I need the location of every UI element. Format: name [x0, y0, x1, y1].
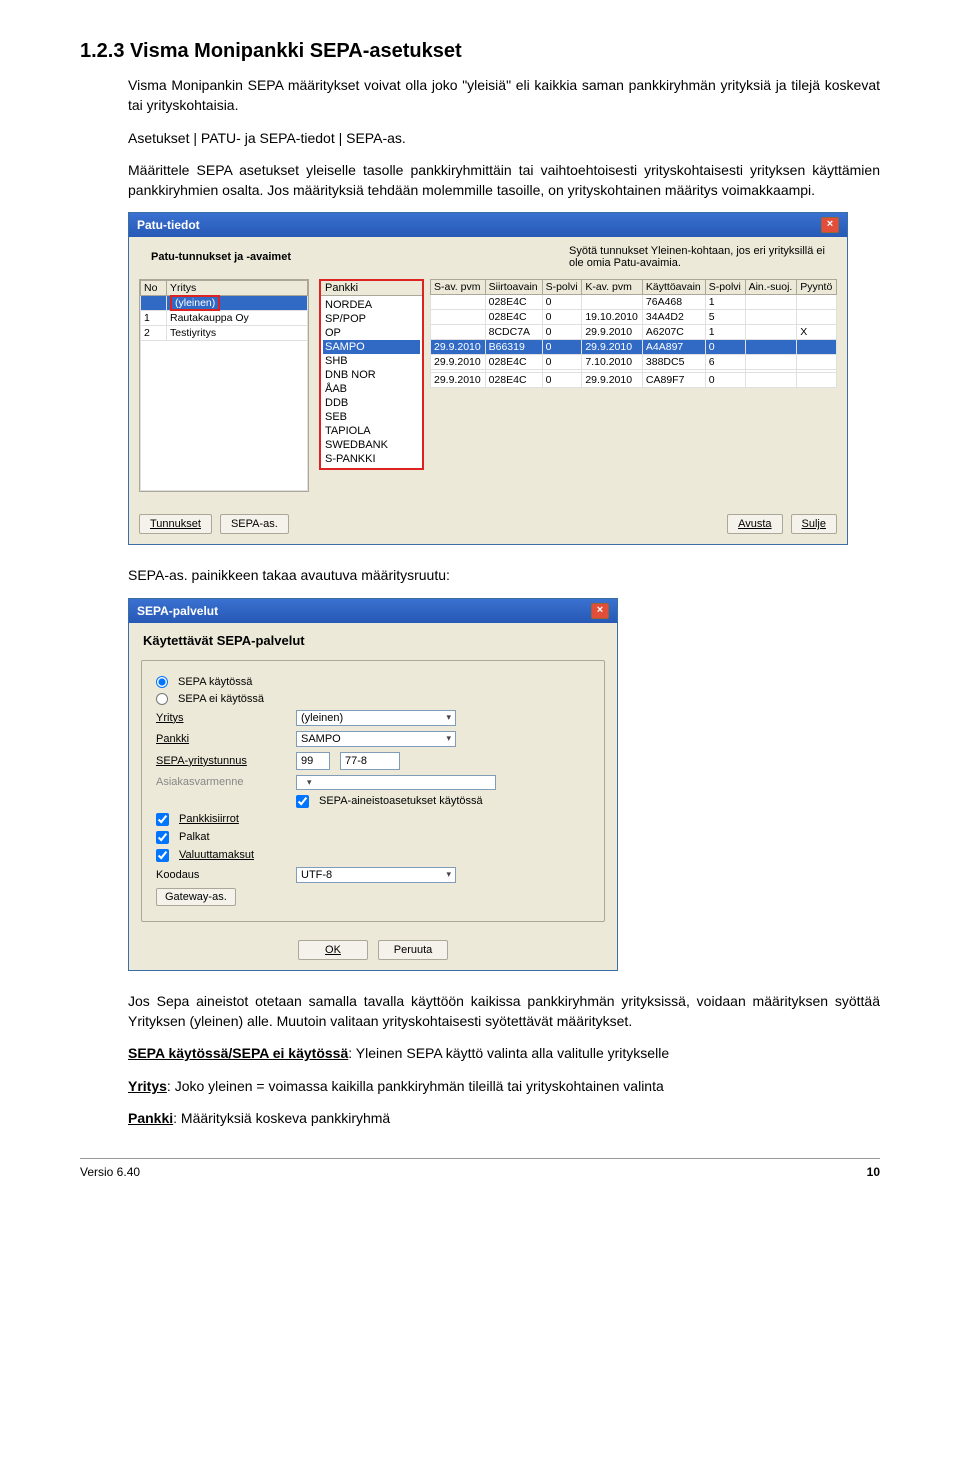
- radio-sepa-on[interactable]: SEPA käytössä: [156, 676, 590, 688]
- col-no: No: [141, 281, 167, 296]
- koodaus-select[interactable]: UTF-8: [296, 867, 456, 883]
- sepa-tunnus-b[interactable]: 77-8: [340, 752, 400, 770]
- para-after-dialog: Jos Sepa aineistot otetaan samalla taval…: [128, 991, 880, 1032]
- bank-item[interactable]: SP/POP: [323, 312, 420, 326]
- table-row-selected[interactable]: 29.9.2010B66319029.9.2010A4A8970: [431, 340, 837, 355]
- sepa-tunnus-a[interactable]: 99: [296, 752, 330, 770]
- patu-title: Patu-tiedot: [137, 218, 200, 232]
- bank-item-selected[interactable]: SAMPO: [323, 340, 420, 354]
- patu-window: Patu-tiedot × Patu-tunnukset ja -avaimet…: [128, 212, 848, 545]
- bank-item[interactable]: S-PANKKI: [323, 452, 420, 466]
- sepa-as-button[interactable]: SEPA-as.: [220, 514, 289, 534]
- bank-list-header: Pankki: [321, 281, 422, 296]
- col-header: Ain.-suoj.: [745, 280, 797, 295]
- bank-item[interactable]: DNB NOR: [323, 368, 420, 382]
- nav-path: Asetukset | PATU- ja SEPA-tiedot | SEPA-…: [128, 128, 880, 148]
- intro-para-1: Visma Monipankin SEPA määritykset voivat…: [128, 75, 880, 116]
- table-row[interactable]: 028E4C019.10.201034A4D25: [431, 310, 837, 325]
- cancel-button[interactable]: Peruuta: [378, 940, 448, 960]
- ok-button[interactable]: OK: [298, 940, 368, 960]
- bank-item[interactable]: DDB: [323, 396, 420, 410]
- company-list[interactable]: No Yritys (yleinen) 1Rautakauppa Oy 2Tes…: [139, 279, 309, 492]
- patu-titlebar: Patu-tiedot ×: [129, 213, 847, 237]
- avusta-button[interactable]: Avusta: [727, 514, 782, 534]
- col-header: K-av. pvm: [582, 280, 643, 295]
- table-row[interactable]: 29.9.2010028E4C029.9.2010CA89F70: [431, 373, 837, 388]
- radio-sepa-off[interactable]: SEPA ei käytössä: [156, 693, 590, 705]
- footer-page-number: 10: [867, 1165, 880, 1179]
- sepa-dialog: SEPA-palvelut × Käytettävät SEPA-palvelu…: [128, 598, 618, 971]
- col-header: Käyttöavain: [642, 280, 705, 295]
- bank-item[interactable]: OP: [323, 326, 420, 340]
- sulje-button[interactable]: Sulje: [791, 514, 837, 534]
- company-row[interactable]: 1Rautakauppa Oy: [141, 311, 308, 326]
- col-header: S-polvi: [705, 280, 745, 295]
- yleinen-highlight: (yleinen): [170, 295, 220, 311]
- table-row[interactable]: 8CDC7A029.9.2010A6207C1X: [431, 325, 837, 340]
- col-header: S-av. pvm: [431, 280, 486, 295]
- chk-valuutta[interactable]: [156, 849, 169, 862]
- asiakasvarmenne-select: [296, 775, 496, 790]
- radio-off-input[interactable]: [156, 693, 168, 705]
- label-pankki: Pankki: [156, 733, 286, 745]
- label-asiakasvarmenne: Asiakasvarmenne: [156, 776, 286, 788]
- bank-item[interactable]: TAPIOLA: [323, 424, 420, 438]
- bank-item[interactable]: SEB: [323, 410, 420, 424]
- col-header: Pyyntö: [797, 280, 837, 295]
- bank-item[interactable]: SHB: [323, 354, 420, 368]
- caption-sepa-dialog: SEPA-as. painikkeen takaa avautuva määri…: [128, 565, 880, 585]
- intro-para-2: Määrittele SEPA asetukset yleiselle taso…: [128, 160, 880, 201]
- col-header: Siirtoavain: [485, 280, 542, 295]
- patu-hint: Syötä tunnukset Yleinen-kohtaan, jos eri…: [557, 243, 837, 275]
- company-row-yleinen[interactable]: (yleinen): [141, 296, 308, 311]
- sepa-title: SEPA-palvelut: [137, 604, 218, 618]
- section-heading: 1.2.3 Visma Monipankki SEPA-asetukset: [80, 40, 880, 63]
- bank-list[interactable]: Pankki NORDEA SP/POP OP SAMPO SHB DNB NO…: [319, 279, 424, 470]
- desc-sepa-toggle: SEPA käytössä/SEPA ei käytössä: Yleinen …: [128, 1043, 880, 1063]
- bank-item[interactable]: NORDEA: [323, 298, 420, 312]
- pankki-select[interactable]: SAMPO: [296, 731, 456, 747]
- chk-pankkisiirrot[interactable]: [156, 813, 169, 826]
- desc-yritys: Yritys: Joko yleinen = voimassa kaikilla…: [128, 1076, 880, 1096]
- table-row[interactable]: 29.9.2010028E4C07.10.2010388DC56: [431, 355, 837, 370]
- tunnukset-button[interactable]: Tunnukset: [139, 514, 212, 534]
- sepa-titlebar: SEPA-palvelut ×: [129, 599, 617, 623]
- close-icon[interactable]: ×: [591, 603, 609, 619]
- radio-on-input[interactable]: [156, 676, 168, 688]
- desc-pankki: Pankki: Määrityksiä koskeva pankkiryhmä: [128, 1108, 880, 1128]
- gateway-button[interactable]: Gateway-as.: [156, 888, 236, 906]
- chk-aineisto[interactable]: [296, 795, 309, 808]
- bank-item[interactable]: ÅAB: [323, 382, 420, 396]
- col-yritys: Yritys: [167, 281, 308, 296]
- close-icon[interactable]: ×: [821, 217, 839, 233]
- patu-subtitle: Patu-tunnukset ja -avaimet: [139, 243, 303, 265]
- footer-version: Versio 6.40: [80, 1165, 140, 1179]
- yritys-select[interactable]: (yleinen): [296, 710, 456, 726]
- bank-item[interactable]: SWEDBANK: [323, 438, 420, 452]
- keys-table: S-av. pvm Siirtoavain S-polvi K-av. pvm …: [430, 279, 837, 388]
- col-header: S-polvi: [542, 280, 582, 295]
- table-row[interactable]: 028E4C076A4681: [431, 295, 837, 310]
- label-yritys: Yritys: [156, 712, 286, 724]
- chk-palkat[interactable]: [156, 831, 169, 844]
- sepa-header: Käytettävät SEPA-palvelut: [129, 623, 617, 648]
- company-row[interactable]: 2Testiyritys: [141, 326, 308, 341]
- label-sepa-tunnus: SEPA-yritystunnus: [156, 755, 286, 767]
- label-koodaus: Koodaus: [156, 869, 286, 881]
